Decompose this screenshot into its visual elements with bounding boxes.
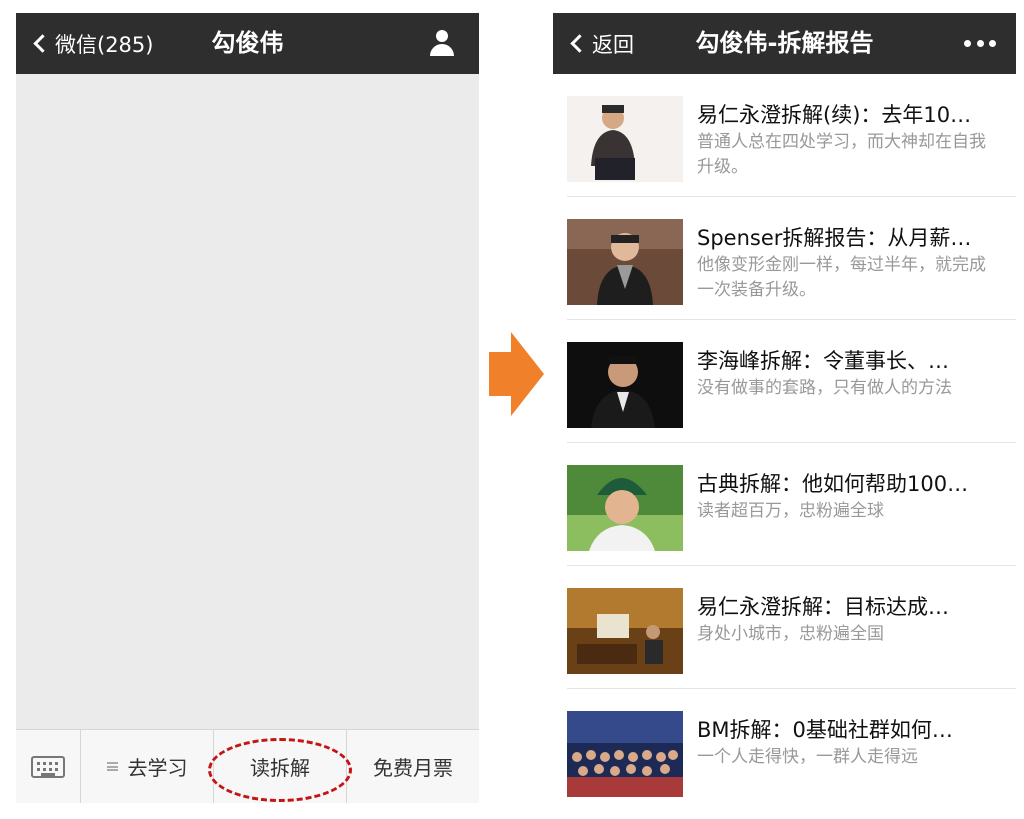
more-icon[interactable] — [964, 40, 996, 48]
arrow-right-icon — [489, 332, 544, 416]
article-title: 古典拆解：他如何帮助100… — [697, 472, 969, 496]
article-description: 身处小城市，忠粉遍全国 — [697, 624, 884, 644]
left-top-bar: 微信(285) 勾俊伟 — [16, 13, 479, 74]
keyboard-icon — [31, 755, 65, 778]
article-thumbnail — [567, 465, 683, 551]
article-description: 他像变形金刚一样，每过半年，就完成一次装备升级。 — [697, 255, 986, 300]
article-thumbnail — [567, 96, 683, 182]
article-thumbnail — [567, 219, 683, 305]
article-description: 普通人总在四处学习，而大神却在自我升级。 — [697, 132, 986, 177]
keyboard-toggle-button[interactable] — [16, 730, 81, 803]
article-item[interactable]: Spenser拆解报告：从月薪… 他像变形金刚一样，每过半年，就完成一次装备升级… — [567, 197, 1016, 320]
article-thumbnail — [567, 711, 683, 797]
article-item[interactable]: BM拆解：0基础社群如何… 一个人走得快，一群人走得远 — [567, 689, 1016, 803]
menu-icon — [106, 762, 118, 771]
article-item[interactable]: 易仁永澄拆解(续)：去年10… 普通人总在四处学习，而大神却在自我升级。 — [567, 74, 1016, 197]
article-thumbnail — [567, 588, 683, 674]
article-title: 易仁永澄拆解(续)：去年10… — [697, 103, 972, 127]
article-thumbnail — [567, 342, 683, 428]
page-title: 勾俊伟-拆解报告 — [695, 29, 874, 57]
article-title: BM拆解：0基础社群如何… — [697, 718, 953, 742]
article-title: 李海峰拆解：令董事长、… — [697, 349, 949, 373]
highlight-ellipse — [208, 738, 352, 802]
chat-area — [16, 74, 479, 729]
bottom-menu: 去学习 读拆解 免费月票 — [16, 729, 479, 803]
right-phone-screen: 返回 勾俊伟-拆解报告 易仁永澄拆解(续)：去年10… 普通人总在四处学习，而大… — [553, 13, 1016, 803]
chat-title: 勾俊伟 — [211, 29, 284, 57]
article-title: 易仁永澄拆解：目标达成… — [697, 595, 949, 619]
menu-label: 免费月票 — [373, 756, 453, 780]
menu-read-breakdown[interactable]: 读拆解 — [208, 730, 352, 803]
article-description: 一个人走得快，一群人走得远 — [697, 747, 918, 767]
article-description: 读者超百万，忠粉遍全球 — [697, 501, 884, 521]
person-icon[interactable] — [429, 30, 455, 56]
article-item[interactable]: 李海峰拆解：令董事长、… 没有做事的套路，只有做人的方法 — [567, 320, 1016, 443]
article-item[interactable]: 易仁永澄拆解：目标达成… 身处小城市，忠粉遍全国 — [567, 566, 1016, 689]
article-description: 没有做事的套路，只有做人的方法 — [697, 378, 952, 398]
menu-free-ticket[interactable]: 免费月票 — [347, 730, 479, 803]
left-phone-screen: 微信(285) 勾俊伟 去学习 读拆解 免费月票 — [16, 13, 479, 803]
menu-label: 去学习 — [127, 756, 188, 780]
right-top-bar: 返回 勾俊伟-拆解报告 — [553, 13, 1016, 74]
article-title: Spenser拆解报告：从月薪… — [697, 226, 972, 250]
menu-go-study[interactable]: 去学习 — [81, 730, 214, 803]
article-item[interactable]: 古典拆解：他如何帮助100… 读者超百万，忠粉遍全球 — [567, 443, 1016, 566]
